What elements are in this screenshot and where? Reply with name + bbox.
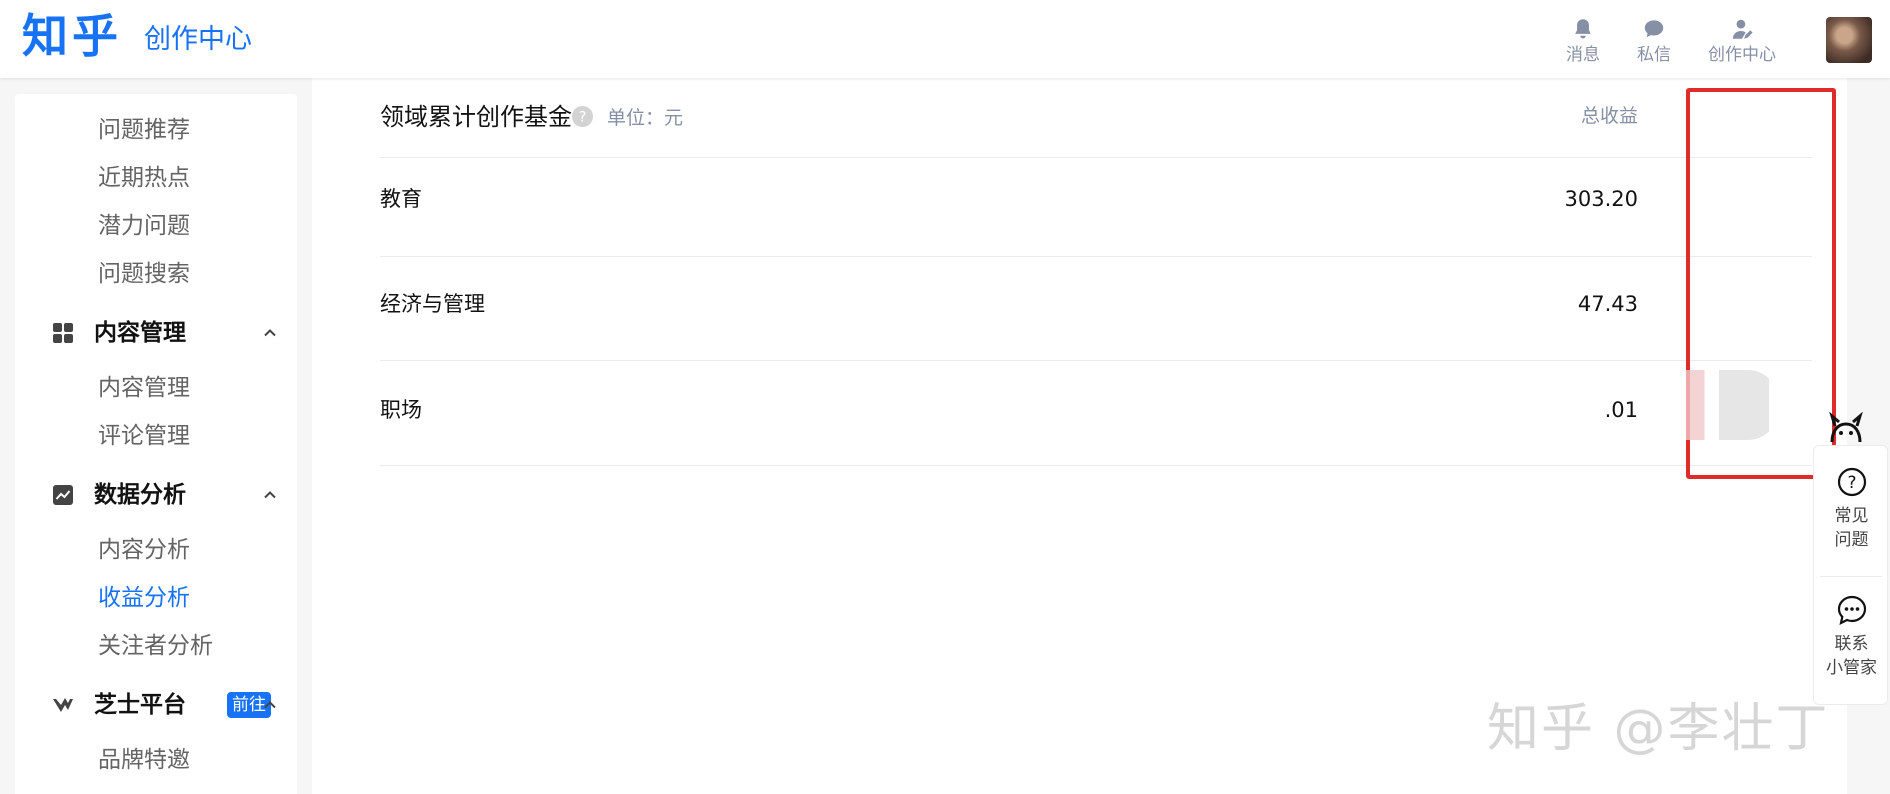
- sidebar-item-content-analysis[interactable]: 内容分析: [98, 535, 190, 565]
- sidebar-item-comment-management[interactable]: 评论管理: [98, 421, 190, 451]
- sidebar-item-question-search[interactable]: 问题搜索: [98, 259, 190, 289]
- zhishi-icon: [53, 698, 73, 712]
- table-row-name: 经济与管理: [380, 292, 485, 316]
- table-title: 领域累计创作基金: [380, 103, 572, 131]
- sidebar-group-zhishi-platform[interactable]: 芝士平台 前往: [51, 688, 281, 722]
- table-row-value: .01: [1604, 398, 1638, 422]
- row-divider: [380, 256, 1812, 257]
- creator-center-label: 创作中心: [1708, 45, 1776, 65]
- chart-icon: [53, 485, 73, 505]
- help-icon[interactable]: ?: [571, 105, 594, 128]
- floating-help-panel: ? 常见 问题 联系 小管家: [1813, 445, 1888, 705]
- zhihu-logo[interactable]: 知乎: [22, 8, 122, 64]
- row-divider: [380, 465, 1812, 466]
- sidebar-item-content-management[interactable]: 内容管理: [98, 373, 190, 403]
- creator-center-button[interactable]: 创作中心: [1708, 16, 1776, 66]
- grid-icon: [53, 323, 73, 343]
- chevron-up-icon: [264, 491, 276, 499]
- private-messages-button[interactable]: 私信: [1637, 16, 1671, 66]
- table-row-name: 教育: [380, 187, 422, 211]
- messages-button[interactable]: 消息: [1566, 16, 1600, 66]
- table-row-value: 47.43: [1577, 292, 1638, 316]
- chat-icon: [1644, 20, 1664, 38]
- table-row-name: 职场: [380, 398, 422, 422]
- contact-assistant-button[interactable]: 联系 小管家: [1814, 594, 1889, 680]
- creator-icon: [1732, 19, 1753, 39]
- svg-text:?: ?: [579, 109, 587, 125]
- creator-center-title[interactable]: 创作中心: [144, 22, 252, 58]
- unit-label: 单位：元: [607, 107, 684, 129]
- faq-button[interactable]: ? 常见 问题: [1814, 466, 1889, 552]
- sidebar-nav: 问题推荐 近期热点 潜力问题 问题搜索 内容管理 内容管理 评论管理 数据分析 …: [15, 94, 297, 794]
- sidebar-item-question-recommend[interactable]: 问题推荐: [98, 115, 190, 145]
- column-header-total: 总收益: [1580, 105, 1638, 127]
- sidebar-group-data-analysis[interactable]: 数据分析: [51, 478, 281, 512]
- chevron-up-icon: [264, 329, 276, 337]
- sidebar-item-revenue-analysis[interactable]: 收益分析: [98, 583, 190, 613]
- mascot-icon[interactable]: [1826, 412, 1866, 446]
- sidebar-item-follower-analysis[interactable]: 关注者分析: [98, 631, 213, 661]
- messages-label: 消息: [1566, 45, 1600, 65]
- chevron-up-icon: [264, 701, 276, 709]
- contact-label: 联系 小管家: [1826, 634, 1877, 678]
- sidebar-group-label: 数据分析: [94, 482, 186, 508]
- chat-bubble-icon: [1837, 595, 1866, 626]
- sidebar-item-brand-invite[interactable]: 品牌特邀: [98, 745, 190, 775]
- top-header: 知乎 创作中心 消息 私信 创作中心: [0, 0, 1890, 78]
- row-divider: [380, 360, 1812, 361]
- question-circle-icon: ?: [1837, 467, 1866, 497]
- table-row-value: 303.20: [1564, 187, 1638, 211]
- sidebar-group-content-management[interactable]: 内容管理: [51, 316, 281, 350]
- sidebar-item-potential-questions[interactable]: 潜力问题: [98, 211, 190, 241]
- panel-divider: [1820, 576, 1882, 577]
- row-divider: [380, 157, 1812, 158]
- bell-icon: [1575, 19, 1591, 39]
- redacted-value-mask: [1686, 370, 1778, 440]
- user-avatar[interactable]: [1826, 17, 1872, 63]
- watermark-text: 知乎 @李壮丁: [1487, 699, 1830, 759]
- svg-text:?: ?: [1847, 473, 1856, 493]
- sidebar-item-recent-hot[interactable]: 近期热点: [98, 163, 190, 193]
- sidebar-group-label: 芝士平台: [94, 692, 186, 718]
- sidebar-group-label: 内容管理: [94, 320, 186, 346]
- private-messages-label: 私信: [1637, 45, 1671, 65]
- faq-label: 常见 问题: [1834, 506, 1869, 550]
